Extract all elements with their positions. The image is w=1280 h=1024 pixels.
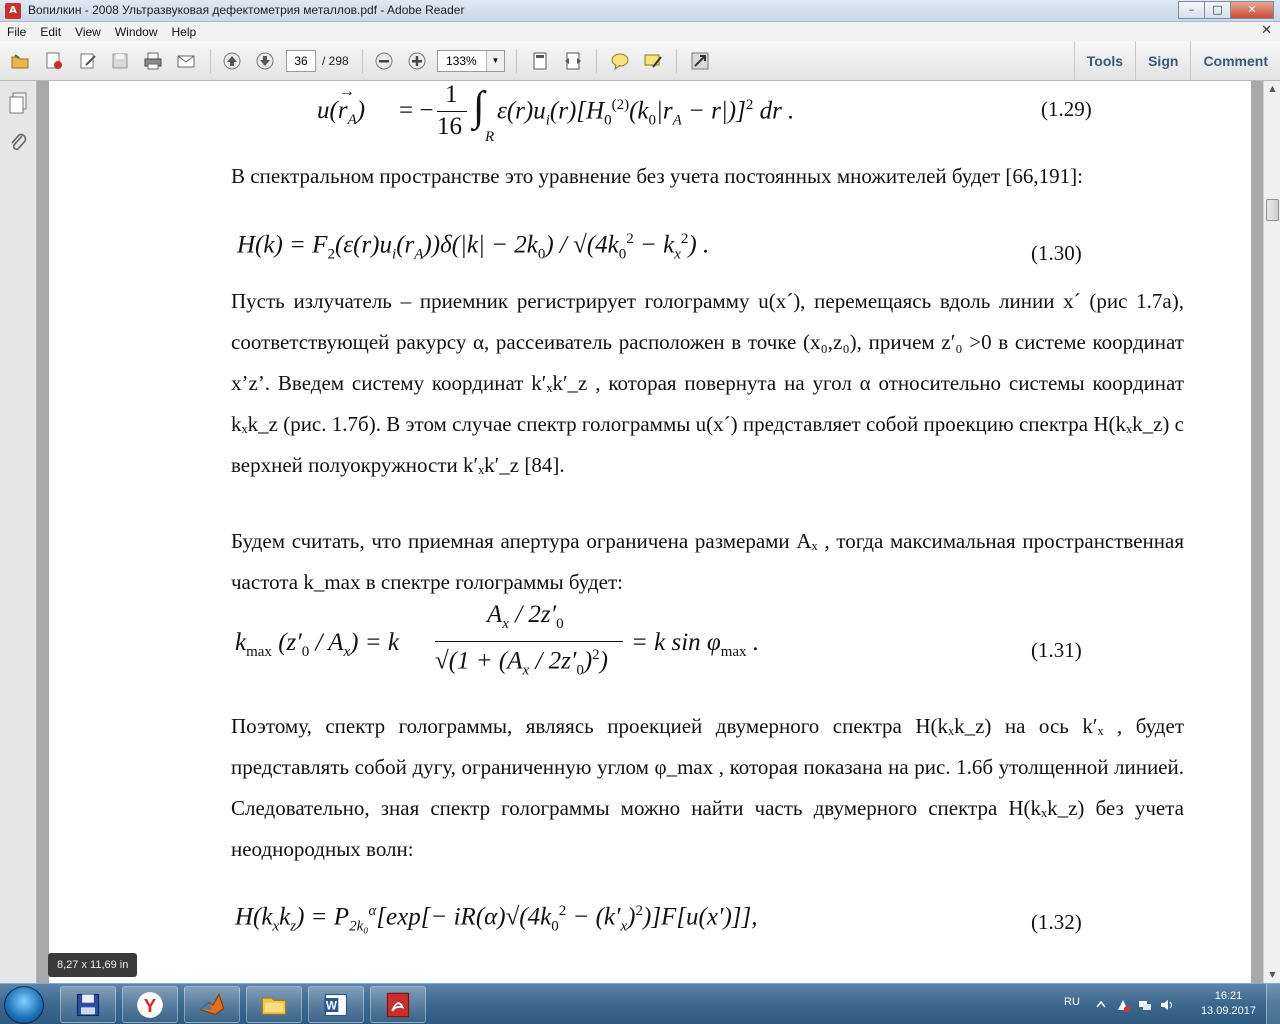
close-document-icon[interactable]: ✕	[1261, 23, 1272, 38]
show-desktop-button[interactable]	[1266, 984, 1280, 1024]
attachments-icon[interactable]	[8, 131, 30, 155]
toolbar: 36 / 298 133% ▼ Tools Sign Comment	[0, 41, 1280, 81]
chevron-down-icon[interactable]: ▼	[486, 51, 504, 71]
toolbar-separator	[516, 49, 517, 73]
highlight-icon[interactable]	[641, 50, 665, 72]
svg-text:W: W	[326, 999, 337, 1012]
toolbar-separator	[210, 49, 211, 73]
system-tray: RU 16:21 13.09.2017	[1050, 984, 1280, 1024]
scroll-thumb[interactable]	[1266, 199, 1279, 221]
acrobat-icon[interactable]	[370, 986, 426, 1023]
window-title: Вопилкин - 2008 Ультразвуковая дефектоме…	[28, 3, 465, 17]
comment-bubble-icon[interactable]	[608, 50, 632, 72]
word-icon[interactable]: W	[308, 986, 364, 1023]
menu-file[interactable]: File	[0, 25, 33, 39]
menu-bar: File Edit View Window Help ✕	[0, 22, 1280, 41]
tray-expand-icon[interactable]	[1094, 997, 1108, 1011]
yandex-icon[interactable]: Y	[122, 986, 178, 1023]
equation-number-1-29: (1.29)	[1041, 97, 1092, 121]
equation-1-32: H(kxkz) = P2k₀α[exp[− iR(α)√(4k02 − (k′x…	[235, 903, 758, 935]
svg-text:Y: Y	[144, 995, 157, 1016]
edit-icon[interactable]	[76, 50, 100, 72]
fit-page-icon[interactable]	[528, 50, 552, 72]
paragraph-aperture: Будем считать, что приемная апертура огр…	[231, 529, 1184, 594]
save-icon[interactable]	[60, 986, 116, 1023]
panel-links: Tools Sign Comment	[1073, 41, 1280, 81]
create-pdf-icon[interactable]	[42, 50, 66, 72]
window-controls: – □ ✕	[1178, 1, 1274, 19]
matlab-icon[interactable]	[184, 986, 240, 1023]
equation-number-1-30: (1.30)	[1031, 241, 1082, 265]
paragraph-spectral: В спектральном пространстве это уравнени…	[231, 164, 1083, 188]
taskbar: Y W RU 16:21 13.09.2017	[0, 983, 1280, 1024]
page-thumbnails-icon[interactable]	[8, 91, 30, 115]
menu-window[interactable]: Window	[108, 25, 165, 39]
start-button[interactable]	[4, 986, 44, 1024]
scroll-down-icon[interactable]: ▼	[1265, 967, 1280, 983]
zoom-value: 133%	[446, 54, 477, 68]
print-icon[interactable]	[141, 50, 165, 72]
paragraph-projection: Поэтому, спектр голограммы, являясь прое…	[231, 714, 1184, 861]
menu-view[interactable]: View	[68, 25, 108, 39]
previous-page-icon[interactable]	[220, 50, 244, 72]
scroll-up-icon[interactable]: ▲	[1265, 81, 1280, 97]
save-icon[interactable]	[108, 50, 132, 72]
open-icon[interactable]	[8, 50, 32, 72]
network-icon[interactable]	[1138, 997, 1152, 1011]
pdf-page: u(r → A) = − 1 16 ∫ R ε(r)ui(r)[H0(2)(k0|r…	[49, 81, 1251, 983]
paragraph-hologram: Пусть излучатель – приемник регистрирует…	[231, 289, 1184, 477]
toolbar-separator	[676, 49, 677, 73]
clock-date: 13.09.2017	[1200, 1005, 1256, 1017]
document-viewport[interactable]: u(r → A) = − 1 16 ∫ R ε(r)ui(r)[H0(2)(k0|r…	[37, 81, 1263, 983]
menu-help[interactable]: Help	[165, 25, 204, 39]
action-center-icon[interactable]	[1116, 997, 1130, 1012]
folder-icon[interactable]	[246, 986, 302, 1023]
expand-icon[interactable]	[688, 50, 712, 72]
menu-edit[interactable]: Edit	[33, 25, 68, 39]
email-icon[interactable]	[174, 50, 198, 72]
clock-time: 16:21	[1214, 990, 1243, 1002]
close-button[interactable]: ✕	[1230, 1, 1274, 19]
tools-link[interactable]: Tools	[1073, 41, 1135, 81]
navigation-pane	[0, 81, 37, 983]
next-page-icon[interactable]	[253, 50, 277, 72]
toolbar-separator	[596, 49, 597, 73]
page-number-input[interactable]: 36	[286, 50, 316, 72]
zoom-in-icon[interactable]	[405, 50, 429, 72]
toolbar-separator	[362, 49, 363, 73]
zoom-select[interactable]: 133% ▼	[437, 50, 505, 72]
page-total: / 298	[322, 54, 349, 68]
equation-number-1-31: (1.31)	[1031, 638, 1082, 662]
adobe-reader-icon: A	[5, 3, 21, 19]
title-bar: A Вопилкин - 2008 Ультразвуковая дефекто…	[0, 0, 1280, 22]
clock[interactable]: 16:21 13.09.2017	[1201, 989, 1256, 1019]
comment-link[interactable]: Comment	[1190, 41, 1280, 81]
equation-1-30: H(k) = F2(ε(r)ui(rA))δ(|k| − 2k0) / √(4k…	[237, 231, 710, 263]
volume-icon[interactable]	[1160, 997, 1174, 1011]
equation-number-1-32: (1.32)	[1031, 910, 1082, 934]
language-indicator[interactable]: RU	[1064, 996, 1080, 1008]
sign-link[interactable]: Sign	[1135, 41, 1190, 81]
full-width-icon[interactable]	[561, 50, 585, 72]
minimize-button[interactable]: –	[1178, 1, 1205, 19]
page-size-tooltip: 8,27 x 11,69 in	[48, 953, 138, 977]
zoom-out-icon[interactable]	[372, 50, 396, 72]
maximize-button[interactable]: □	[1204, 1, 1231, 19]
vertical-scrollbar[interactable]: ▲ ▼	[1263, 81, 1280, 983]
